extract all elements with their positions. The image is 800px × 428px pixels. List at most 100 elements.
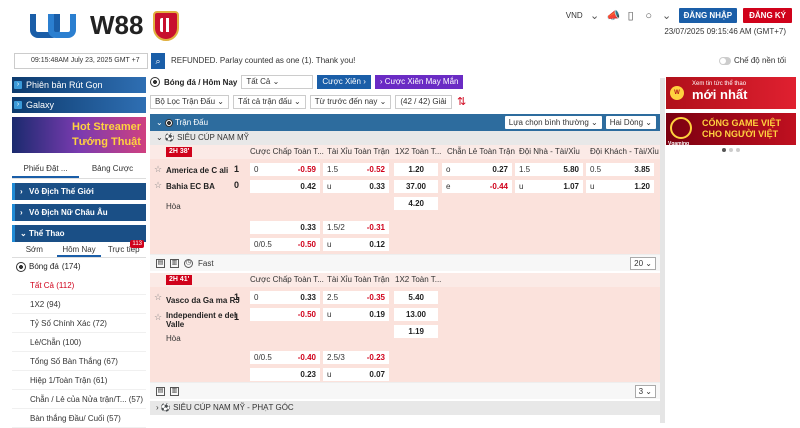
odds-cell[interactable]: 0 0.33 xyxy=(250,291,320,304)
parlay-button[interactable]: Cược Xiên › xyxy=(317,75,371,89)
login-button[interactable]: ĐĂNG NHẬP xyxy=(678,8,738,23)
carousel-dot[interactable] xyxy=(722,148,726,152)
sort-icon[interactable]: ⇅ xyxy=(456,96,468,108)
collapse-icon[interactable]: ⌄ xyxy=(156,118,163,127)
odds-cell[interactable]: o 0.27 xyxy=(442,163,512,176)
vgaming-line1: CỔNG GAME VIỆT xyxy=(702,118,782,128)
odds-cell[interactable]: -0.50 xyxy=(250,308,320,321)
section-sports[interactable]: ⌄ Thể Thao xyxy=(12,225,146,242)
odds-cell[interactable]: 1.19 xyxy=(394,325,438,338)
market-item[interactable]: Chẵn / Lẻ của Nửa trận/T... (57) xyxy=(12,390,146,409)
time-filter[interactable]: Từ trước đến nay ⌄ xyxy=(309,95,392,109)
w88-badge-icon: W xyxy=(670,86,684,100)
carousel-dot[interactable] xyxy=(736,148,740,152)
odds-view-select[interactable]: Lựa chọn bình thường ⌄ xyxy=(504,116,602,129)
stats-icon[interactable]: ▤ xyxy=(156,386,165,396)
more-markets-count[interactable]: 20 ⌄ xyxy=(630,257,656,270)
scrollbar[interactable] xyxy=(660,78,665,423)
odds-cell[interactable]: 4.20 xyxy=(394,197,438,210)
fast-label[interactable]: Fast xyxy=(198,259,214,268)
market-item[interactable]: Tổng Số Bàn Thắng (67) xyxy=(12,352,146,371)
odds-cell[interactable]: 0.23 xyxy=(250,368,320,381)
stats-icon[interactable]: ▤ xyxy=(156,258,165,268)
league-row[interactable]: ⌄ ⚽ SIÊU CÚP NAM MỸ xyxy=(150,131,660,145)
brand-logo[interactable]: W88 xyxy=(30,10,180,41)
odds-cell[interactable]: u 1.20 xyxy=(586,180,654,193)
vgaming-banner[interactable]: Vgaming CỔNG GAME VIỆT CHO NGƯỜI VIỆT xyxy=(666,113,796,147)
odds-cell[interactable]: 2.5 -0.35 xyxy=(323,291,389,304)
line-view-select[interactable]: Hai Dòng ⌄ xyxy=(605,116,656,129)
carousel-dot[interactable] xyxy=(729,148,733,152)
odds-cell[interactable]: 37.00 xyxy=(394,180,438,193)
market-select[interactable]: Tất Cả ⌄ xyxy=(241,75,314,89)
market-item[interactable]: Tất Cả (112) xyxy=(12,276,146,295)
odds-cell[interactable]: u 0.12 xyxy=(323,238,389,251)
header: W88 VND ⌄ 📣 ▯ ○ ⌄ ĐĂNG NHẬP ĐĂNG KÝ 23/0… xyxy=(0,0,800,48)
chart-icon[interactable]: ▥ xyxy=(170,386,179,396)
odds-cell[interactable]: 1.5 5.80 xyxy=(515,163,583,176)
search-icon: ⌕ xyxy=(155,56,161,66)
odds-cell[interactable]: 0.33 xyxy=(250,221,320,234)
chart-icon[interactable]: ▥ xyxy=(170,258,179,268)
market-item[interactable]: Hiệp 1/Toàn Trận (61) xyxy=(12,371,146,390)
odds-cell[interactable]: 13.00 xyxy=(394,308,438,321)
odds-cell[interactable]: 5.40 xyxy=(394,291,438,304)
tab-today[interactable]: Hôm Nay xyxy=(56,242,102,257)
market-item[interactable]: 1X2 (94) xyxy=(12,295,146,314)
megaphone-icon[interactable]: 📣 xyxy=(607,10,621,22)
match-filter[interactable]: Tất cả trận đấu ⌄ xyxy=(232,95,306,109)
odds-cell[interactable]: u 0.19 xyxy=(323,308,389,321)
currency-select[interactable]: VND xyxy=(566,11,583,20)
odds-cell[interactable]: 1.5/2 -0.31 xyxy=(323,221,389,234)
sport-football[interactable]: Bóng đá (174) xyxy=(12,258,146,276)
mobile-icon[interactable]: ▯ xyxy=(625,10,637,22)
register-button[interactable]: ĐĂNG KÝ xyxy=(743,8,792,23)
section-women-euro[interactable]: › Vô Địch Nữ Châu Âu xyxy=(12,204,146,221)
star-icon[interactable]: ☆ xyxy=(154,181,162,190)
news-banner[interactable]: W Xem tin tức thể thao mới nhất xyxy=(666,77,796,109)
hot-streamer-banner[interactable]: Hot Streamer Tướng Thuật xyxy=(12,117,146,153)
star-icon[interactable]: ☆ xyxy=(154,165,162,174)
home-team[interactable]: ☆ America de C ali 1 xyxy=(150,162,245,178)
more-markets-count[interactable]: 3 ⌄ xyxy=(634,385,656,398)
odds-cell[interactable]: 1.20 xyxy=(394,163,438,176)
odds-cell[interactable]: 0 -0.59 xyxy=(250,163,320,176)
league-filter[interactable]: Bộ Lọc Trận Đấu ⌄ xyxy=(150,95,229,109)
language-icon[interactable]: ○ xyxy=(643,10,655,22)
draw-label: Hòa xyxy=(166,334,181,343)
odds-cell[interactable]: 2.5/3 -0.23 xyxy=(323,351,389,364)
arrow-right-icon: › xyxy=(14,81,22,89)
home-team[interactable]: ☆ Vasco da Ga ma RJ 1 xyxy=(150,290,245,310)
promo-galaxy[interactable]: › Galaxy xyxy=(12,97,146,113)
away-team[interactable]: ☆ Independient e del Valle 1 xyxy=(150,310,245,330)
odds-cell[interactable]: 0/0.5 -0.50 xyxy=(250,238,320,251)
odds-cell[interactable]: u 0.33 xyxy=(323,180,389,193)
dark-mode-switch[interactable]: Chế độ nền tối xyxy=(718,56,786,65)
away-team[interactable]: ☆ Bahia EC BA 0 xyxy=(150,178,245,194)
toggle-icon[interactable] xyxy=(718,56,731,65)
search-button[interactable]: ⌕ xyxy=(151,53,165,69)
lucky-parlay-button[interactable]: › Cược Xiên May Mắn xyxy=(374,75,464,89)
star-icon[interactable]: ☆ xyxy=(154,293,162,302)
vgaming-logo-icon xyxy=(670,117,692,139)
odds-cell[interactable]: u 1.07 xyxy=(515,180,583,193)
odds-cell[interactable]: e -0.44 xyxy=(442,180,512,193)
section-world-cup[interactable]: › Vô Địch Thế Giới xyxy=(12,183,146,200)
tab-bet-slip[interactable]: Phiếu Đặt ... xyxy=(12,159,79,178)
odds-cell[interactable]: 0/0.5 -0.40 xyxy=(250,351,320,364)
league-row[interactable]: › ⚽ SIÊU CÚP NAM MỸ - PHẠT GÓC xyxy=(150,401,660,415)
column-header-row: 2H 41' Cược Chấp Toàn T... Tài Xỉu Toàn … xyxy=(150,273,660,287)
market-item[interactable]: Lẻ/Chẵn (100) xyxy=(12,333,146,352)
odds-cell[interactable]: 0.5 3.85 xyxy=(586,163,654,176)
odds-cell[interactable]: u 0.07 xyxy=(323,368,389,381)
odds-cell[interactable]: 1.5 -0.52 xyxy=(323,163,389,176)
tab-bet-board[interactable]: Bảng Cược xyxy=(79,159,146,178)
promo-lite-version[interactable]: › Phiên bản Rút Gọn xyxy=(12,77,146,93)
clock-icon[interactable]: ◷ xyxy=(184,258,193,268)
market-item[interactable]: Bàn thắng Đầu/ Cuối (57) xyxy=(12,409,146,428)
chevron-right-icon: › xyxy=(20,208,23,217)
odds-cell[interactable]: 0.42 xyxy=(250,180,320,193)
tab-early[interactable]: Sớm xyxy=(12,242,57,257)
star-icon[interactable]: ☆ xyxy=(154,313,162,322)
market-item[interactable]: Tỷ Số Chính Xác (72) xyxy=(12,314,146,333)
